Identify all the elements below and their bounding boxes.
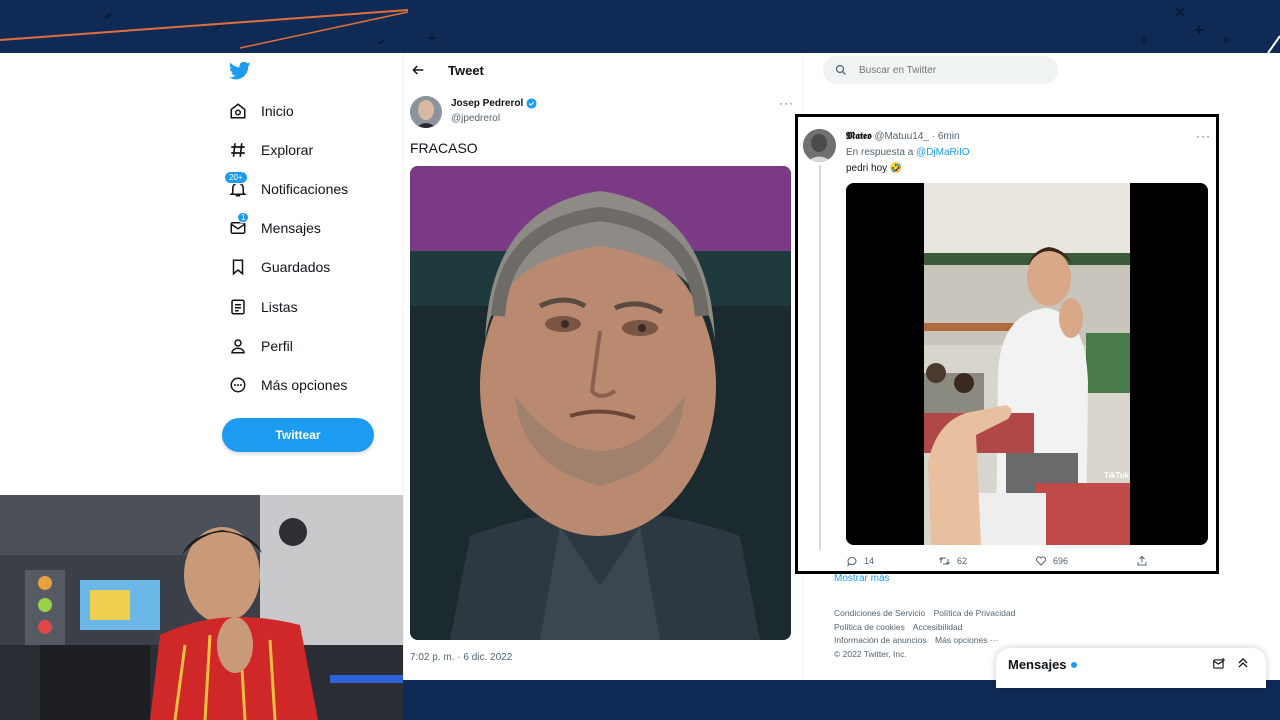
tiktok-watermark: TikTok [1104,471,1130,480]
sidebar-item-guardados[interactable]: Guardados [226,248,406,287]
copyright: © 2022 Twitter, Inc. [834,648,907,659]
messages-drawer-title: Mensajes [1008,657,1067,672]
unread-dot [1070,661,1077,668]
home-icon [226,99,250,123]
streamer-webcam-image [0,495,403,720]
more-circle-icon [226,373,250,397]
retweet-count: 62 [957,556,968,566]
sidebar-item-mensajes[interactable]: 1 Mensajes [226,209,406,248]
sidebar-item-listas[interactable]: Listas [226,287,406,326]
twittear-button[interactable]: Twittear [222,418,374,452]
sidebar-item-label: Guardados [261,259,331,276]
message-count-badge: 1 [237,212,250,224]
tweet-text: FRACASO [410,140,478,156]
footer-links: Condiciones de Servicio Política de Priv… [834,607,1021,661]
retweet-icon [939,557,950,565]
retweet-action[interactable]: 62 [938,555,967,567]
sidebar-item-label: Más opciones [261,376,348,393]
search-input[interactable] [859,64,1039,76]
tweet-image[interactable] [410,166,791,640]
messages-drawer-title-row: Mensajes [1008,657,1077,672]
footer-link[interactable]: Política de Privacidad [934,608,1016,618]
messages-drawer[interactable]: Mensajes [996,648,1266,688]
sidebar-item-explorar[interactable]: Explorar [226,130,406,169]
more-options-icon[interactable]: ··· [779,96,794,110]
video-frame [846,183,1208,545]
share-icon [1137,555,1147,566]
reply-action[interactable]: 14 [846,555,874,567]
footer-link[interactable]: Política de cookies [834,622,905,632]
reply-tweet-card[interactable]: 𝕸𝖆𝖙𝖊𝖔 @Matuu14_ · 6min ··· En respuesta … [795,114,1219,574]
sidebar-item-label: Explorar [261,141,314,158]
tweet-timestamp[interactable]: 7:02 p. m. · 6 dic. 2022 [410,652,512,663]
reply-header: 𝕸𝖆𝖙𝖊𝖔 @Matuu14_ · 6min [846,131,960,142]
author-avatar-image [410,96,442,128]
avatar[interactable] [803,129,836,162]
author-handle[interactable]: @jpedrerol [451,113,500,124]
thread-line [819,165,821,550]
sidebar-item-label: Mensajes [261,220,321,237]
sidebar-item-notificaciones[interactable]: 20+ Notificaciones [224,169,406,208]
expand-up-icon[interactable] [1236,656,1250,670]
sidebar-item-mas-opciones[interactable]: Más opciones [226,365,406,404]
bell-icon: 20+ [224,170,250,201]
sidebar-item-label: Listas [261,298,298,315]
bookmark-icon [226,255,250,279]
reply-to-mention[interactable]: @DjMaRiIO [916,147,970,158]
tweet-photo [410,166,791,640]
top-banner [0,0,1280,53]
reply-video[interactable]: TikTok [846,183,1208,545]
webcam-overlay [0,495,403,720]
reply-author-handle[interactable]: @Matuu14_ [874,131,929,142]
reply-time[interactable]: · 6min [932,131,960,142]
heart-icon [1036,556,1046,566]
reply-author-name[interactable]: 𝕸𝖆𝖙𝖊𝖔 [846,131,872,142]
sidebar-item-inicio[interactable]: Inicio [226,91,406,130]
new-message-icon[interactable] [1212,657,1226,671]
share-action[interactable] [1136,555,1148,567]
footer-link[interactable]: Información de anuncios [834,635,927,645]
comment-icon [847,556,857,567]
more-options-icon[interactable]: ··· [1196,129,1211,143]
sidebar-item-perfil[interactable]: Perfil [226,326,406,365]
reply-actions: 14 62 696 [846,555,1206,571]
reply-to-line: En respuesta a @DjMaRiIO [846,147,970,158]
sidebar-item-label: Inicio [261,102,294,119]
page-title: Tweet [448,63,484,78]
back-arrow-icon[interactable] [410,62,426,78]
twitter-logo-icon[interactable] [229,61,251,81]
sidebar-item-label: Notificaciones [261,180,349,197]
person-icon [226,334,250,358]
sidebar-nav: Inicio Explorar 20+ Notificaciones 1 Men… [224,91,406,405]
banner-decoration [0,7,1280,53]
verified-badge-icon [526,98,537,109]
envelope-icon: 1 [226,212,250,240]
reply-count: 14 [864,556,875,566]
author-name[interactable]: Josep Pedrerol [451,98,523,109]
footer-link[interactable]: Más opciones ··· [935,635,998,645]
footer-link[interactable]: Condiciones de Servicio [834,608,925,618]
footer-link[interactable]: Accesibilidad [913,622,963,632]
show-more-link[interactable]: Mostrar más [834,573,890,584]
search-icon [835,64,846,75]
hashtag-icon [226,138,250,162]
author-name-row: Josep Pedrerol [451,98,537,109]
sidebar-item-label: Perfil [261,337,293,354]
search-bar [823,56,1058,84]
notification-count-badge: 20+ [224,170,248,184]
reply-to-prefix: En respuesta a [846,147,914,158]
reply-text: pedri hoy 🤣 [846,163,903,174]
reply-author-avatar-image [803,129,836,162]
list-icon [226,295,250,319]
like-action[interactable]: 696 [1035,555,1068,567]
like-count: 696 [1053,556,1069,566]
avatar[interactable] [410,96,442,128]
